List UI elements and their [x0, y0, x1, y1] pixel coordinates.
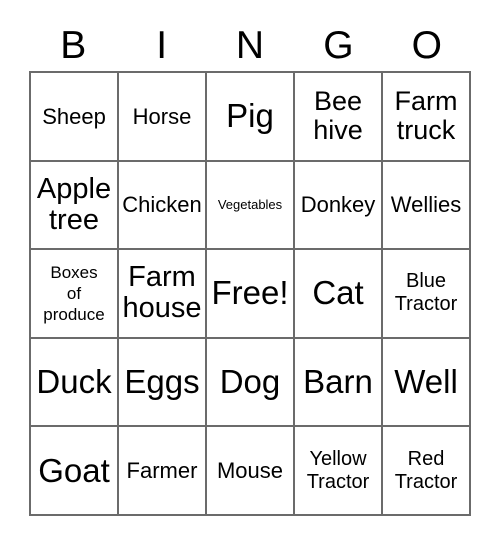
bingo-cell[interactable]: Cat — [295, 250, 383, 339]
bingo-cell[interactable]: Red Tractor — [383, 427, 471, 516]
bingo-cell[interactable]: Well — [383, 338, 471, 428]
bingo-cell-label: Eggs — [124, 363, 200, 401]
header-letter-g: G — [323, 24, 354, 67]
bingo-cell[interactable]: Duck — [31, 338, 119, 428]
bingo-cell[interactable]: Donkey — [295, 161, 383, 251]
bingo-cell[interactable]: Apple tree — [31, 161, 119, 251]
bingo-cell-label: Red Tractor — [394, 447, 458, 493]
bingo-cell[interactable]: Farmer — [119, 427, 207, 516]
bingo-cell-label: Mouse — [216, 458, 284, 484]
bingo-header-row: B I N G O — [29, 22, 471, 70]
bingo-cell-label: Farm house — [122, 261, 202, 325]
bingo-cell[interactable]: Sheep — [31, 73, 119, 162]
bingo-cell-label: Well — [394, 363, 458, 401]
bingo-card: B I N G O Sheep Horse Pig Bee hive Farm truc… — [0, 0, 500, 544]
header-letter-b: B — [60, 24, 87, 67]
bingo-cell[interactable]: Eggs — [119, 338, 207, 428]
bingo-cell[interactable]: Wellies — [383, 161, 471, 251]
bingo-cell-label: Apple tree — [36, 172, 112, 236]
bingo-cell[interactable]: Yellow Tractor — [295, 427, 383, 516]
bingo-cell-label: Boxes of produce — [43, 262, 105, 324]
bingo-cell-label: Wellies — [390, 192, 462, 218]
bingo-grid: Sheep Horse Pig Bee hive Farm truck Apple tre… — [29, 71, 471, 516]
bingo-cell[interactable]: Boxes of produce — [31, 250, 119, 339]
bingo-cell[interactable]: Barn — [295, 338, 383, 428]
bingo-cell-label: Free! — [211, 274, 289, 312]
bingo-cell[interactable]: Horse — [119, 73, 207, 162]
bingo-cell-label: Farm truck — [394, 86, 458, 146]
bingo-cell-label: Barn — [303, 363, 373, 401]
bingo-cell[interactable]: Bee hive — [295, 73, 383, 162]
header-letter-n: N — [235, 24, 265, 67]
bingo-cell[interactable]: Mouse — [207, 427, 295, 516]
bingo-cell-label: Blue Tractor — [394, 270, 458, 316]
header-letter-i: I — [156, 24, 168, 67]
bingo-cell[interactable]: Farm truck — [383, 73, 471, 162]
bingo-cell-label: Cat — [312, 274, 364, 312]
bingo-cell[interactable]: Vegetables — [207, 161, 295, 251]
bingo-cell-label: Sheep — [42, 103, 106, 129]
bingo-cell-label: Dog — [219, 363, 281, 401]
bingo-cell-label: Goat — [38, 451, 110, 489]
bingo-cell-label: Duck — [36, 363, 112, 401]
bingo-cell-label: Vegetables — [217, 196, 283, 212]
bingo-cell[interactable]: Blue Tractor — [383, 250, 471, 339]
bingo-cell[interactable]: Farm house — [119, 250, 207, 339]
bingo-cell-label: Pig — [226, 97, 274, 135]
bingo-cell-label: Bee hive — [313, 86, 363, 146]
bingo-cell[interactable]: Goat — [31, 427, 119, 516]
header-letter-o: O — [411, 24, 442, 67]
bingo-cell-label: Chicken — [122, 192, 202, 218]
bingo-cell[interactable]: Pig — [207, 73, 295, 162]
bingo-cell-label: Farmer — [126, 458, 198, 484]
bingo-cell[interactable]: Chicken — [119, 161, 207, 251]
bingo-cell[interactable]: Dog — [207, 338, 295, 428]
bingo-cell-free[interactable]: Free! — [207, 250, 295, 339]
bingo-cell-label: Yellow Tractor — [306, 447, 370, 493]
bingo-cell-label: Donkey — [300, 192, 376, 218]
bingo-cell-label: Horse — [132, 103, 192, 129]
